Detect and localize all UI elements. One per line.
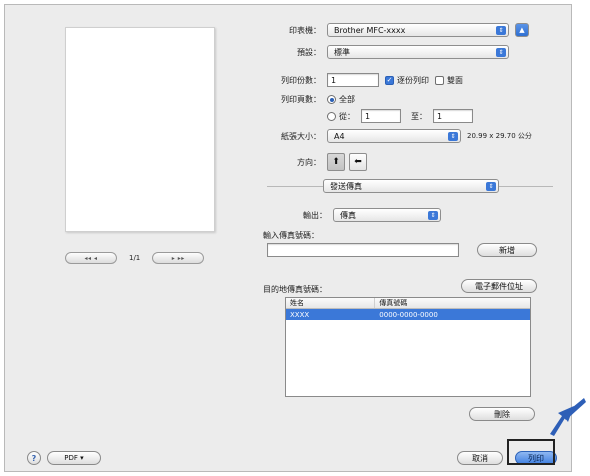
portrait-orientation-icon[interactable]: ⬆	[327, 153, 345, 171]
page-indicator: 1/1	[129, 254, 141, 262]
paper-dimensions: 20.99 x 29.70 公分	[467, 132, 532, 140]
printer-label: 印表機：	[289, 25, 321, 35]
updown-arrows-icon: ⇕	[486, 182, 496, 191]
paper-size-label: 紙張大小：	[281, 131, 321, 141]
pages-to-field[interactable]: 1	[433, 109, 473, 123]
printer-value: Brother MFC-xxxx	[334, 25, 406, 35]
duplex-label: 雙面	[447, 75, 463, 85]
updown-arrows-icon: ⇕	[496, 48, 506, 57]
disclosure-triangle-icon[interactable]: ▲	[515, 23, 529, 37]
presets-select[interactable]: 標準 ⇕	[327, 45, 509, 59]
preview-pager: ◂◂ ◂ 1/1 ▸ ▸▸	[65, 252, 205, 264]
pdf-button[interactable]: PDF ▾	[47, 451, 101, 465]
updown-arrows-icon: ⇕	[448, 132, 458, 141]
paper-size-value: A4	[334, 131, 345, 141]
paper-size-select[interactable]: A4 ⇕	[327, 129, 461, 143]
fax-number-field[interactable]	[267, 243, 459, 257]
copies-label: 列印份數：	[281, 75, 321, 85]
row-name: XXXX	[290, 310, 310, 319]
pages-all-radio[interactable]	[327, 95, 336, 104]
printer-select[interactable]: Brother MFC-xxxx ⇕	[327, 23, 509, 37]
presets-label: 預設：	[297, 47, 321, 57]
destination-label: 目的地傳真號碼：	[263, 285, 327, 294]
preview-next-button[interactable]: ▸ ▸▸	[152, 252, 205, 264]
output-select[interactable]: 傳真 ⇕	[333, 208, 441, 222]
column-fax-number[interactable]: 傳真號碼	[375, 298, 530, 308]
landscape-orientation-icon[interactable]: ⬅	[349, 153, 367, 171]
section-value: 發送傳真	[330, 181, 362, 191]
output-value: 傳真	[340, 210, 356, 220]
updown-arrows-icon: ⇕	[428, 211, 438, 220]
pages-from-label: 從：	[339, 111, 355, 121]
print-button-highlight	[507, 439, 555, 465]
destination-table: 姓名 傳真號碼 XXXX 0000-0000-0000	[285, 297, 531, 397]
duplex-checkbox[interactable]	[435, 75, 444, 85]
pages-from-field[interactable]: 1	[361, 109, 401, 123]
address-book-button[interactable]: 電子郵件位址	[461, 279, 537, 293]
collated-label: 逐份列印	[397, 75, 429, 85]
updown-arrows-icon: ⇕	[496, 26, 506, 35]
pages-label: 列印頁數：	[281, 95, 321, 104]
pages-range-radio[interactable]	[327, 111, 336, 121]
print-dialog: ◂◂ ◂ 1/1 ▸ ▸▸ 印表機： Brother MFC-xxxx ⇕ ▲ …	[4, 4, 572, 472]
section-select[interactable]: 發送傳真 ⇕	[323, 179, 499, 193]
table-row[interactable]: XXXX 0000-0000-0000	[286, 309, 530, 320]
cancel-button[interactable]: 取消	[457, 451, 503, 465]
presets-value: 標準	[334, 47, 350, 57]
pages-to-label: 至：	[411, 111, 427, 121]
preview-first-button[interactable]: ◂◂ ◂	[65, 252, 117, 264]
pages-all-label: 全部	[339, 95, 355, 104]
pointer-arrow-icon	[550, 398, 586, 436]
delete-button[interactable]: 刪除	[469, 407, 535, 421]
table-header: 姓名 傳真號碼	[286, 298, 530, 309]
fax-number-label: 輸入傳真號碼：	[263, 231, 319, 240]
print-preview	[65, 27, 215, 232]
column-name[interactable]: 姓名	[286, 298, 376, 308]
orientation-label: 方向：	[297, 157, 321, 167]
collated-checkbox[interactable]: ✓	[385, 75, 394, 85]
output-label: 輸出：	[303, 210, 327, 220]
copies-field[interactable]: 1	[327, 73, 379, 87]
row-fax-number: 0000-0000-0000	[379, 310, 438, 319]
help-button[interactable]: ?	[27, 451, 41, 465]
add-button[interactable]: 新增	[477, 243, 537, 257]
